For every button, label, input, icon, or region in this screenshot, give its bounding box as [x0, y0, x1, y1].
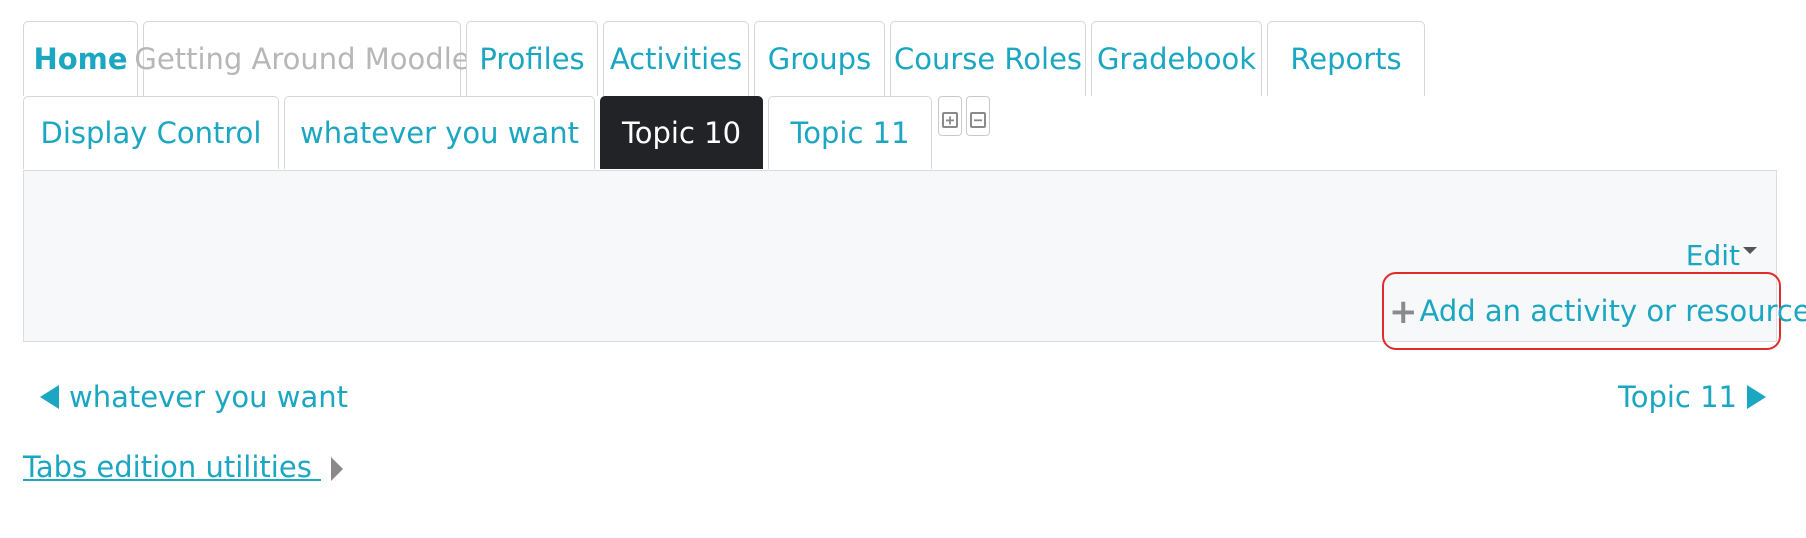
collapse-tabs-button[interactable]: − — [966, 96, 990, 136]
tab-course-roles[interactable]: Course Roles — [890, 21, 1086, 96]
tab-reports[interactable]: Reports — [1267, 21, 1425, 96]
tab-profiles[interactable]: Profiles — [466, 21, 598, 96]
previous-section-label: whatever you want — [69, 380, 348, 414]
tab-display-control[interactable]: Display Control — [23, 96, 279, 169]
expand-tabs-button[interactable]: + — [938, 96, 962, 136]
section-content: Edit + Add an activity or resource — [23, 170, 1806, 350]
tab-topic-10[interactable]: Topic 10 — [600, 96, 763, 169]
add-activity-label: Add an activity or resource — [1419, 294, 1806, 328]
arrow-left-icon — [40, 385, 59, 409]
tab-activities[interactable]: Activities — [603, 21, 749, 96]
arrow-right-icon — [1747, 385, 1766, 409]
tab-topic-11[interactable]: Topic 11 — [768, 96, 932, 169]
minus-box-icon: − — [970, 112, 986, 128]
previous-section-link[interactable]: whatever you want — [40, 380, 348, 414]
caret-down-icon — [1743, 247, 1757, 254]
tabs-utilities-link[interactable]: Tabs edition utilities — [23, 450, 321, 484]
next-section-label: Topic 11 — [1617, 380, 1737, 414]
next-section-link[interactable]: Topic 11 — [1618, 380, 1766, 414]
tab-gradebook[interactable]: Gradebook — [1091, 21, 1262, 96]
tabs-row-1: Home Getting Around Moodle Profiles Acti… — [23, 21, 1430, 96]
tab-controls: + − — [938, 96, 990, 169]
tab-home[interactable]: Home — [23, 21, 138, 96]
tabs-utilities: Tabs edition utilities — [23, 450, 344, 484]
add-activity-link[interactable]: + Add an activity or resource — [1382, 272, 1806, 350]
tab-getting-around-moodle: Getting Around Moodle — [134, 21, 470, 96]
tab-groups[interactable]: Groups — [754, 21, 885, 96]
tab-whatever-you-want[interactable]: whatever you want — [284, 96, 595, 169]
plus-icon: + — [1389, 292, 1418, 332]
expand-arrow-icon[interactable] — [331, 457, 344, 481]
edit-menu[interactable]: Edit — [1686, 239, 1757, 272]
tabs-row-2: Display Control whatever you want Topic … — [23, 96, 990, 169]
plus-box-icon: + — [942, 112, 958, 128]
edit-menu-label: Edit — [1685, 239, 1740, 272]
